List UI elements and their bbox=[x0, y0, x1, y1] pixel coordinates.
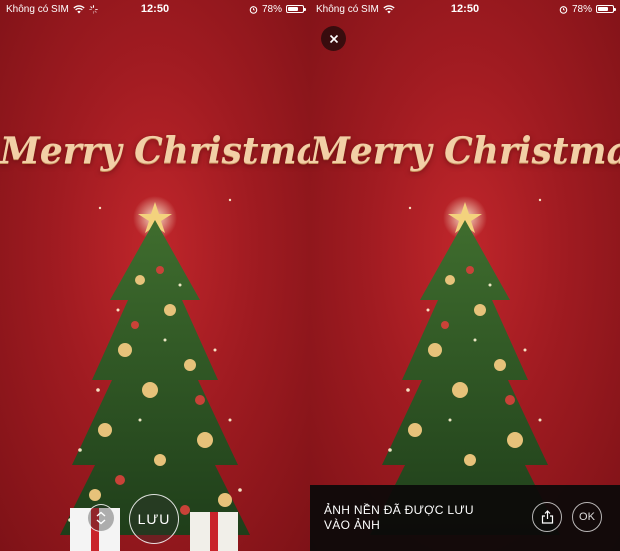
share-button[interactable] bbox=[532, 502, 562, 532]
battery-percent: 78% bbox=[261, 3, 282, 15]
carrier-label: Không có SIM bbox=[6, 3, 69, 15]
carrier-label: Không có SIM bbox=[316, 3, 379, 15]
comparison-screens: Không có SIM 12:50 78% Merry Christm LƯU… bbox=[0, 0, 620, 551]
status-right: 78% bbox=[249, 3, 306, 15]
motion-toggle-button[interactable] bbox=[87, 504, 115, 532]
share-icon bbox=[541, 510, 553, 524]
close-button[interactable] bbox=[321, 26, 346, 51]
status-right: 78% bbox=[559, 3, 616, 15]
status-bar: Không có SIM 12:50 78% bbox=[0, 0, 310, 18]
toast-message: ẢNH NỀN ĐÃ ĐƯỢC LƯU VÀO ẢNH bbox=[324, 503, 484, 533]
toast-line-1: ẢNH NỀN ĐÃ ĐƯỢC LƯU bbox=[324, 503, 474, 517]
wifi-icon bbox=[73, 4, 85, 13]
greeting-text: Merry Christmas ! bbox=[310, 130, 620, 172]
status-left: Không có SIM bbox=[6, 4, 98, 15]
battery-fill bbox=[288, 7, 299, 11]
saved-toast: ẢNH NỀN ĐÃ ĐƯỢC LƯU VÀO ẢNH OK bbox=[310, 485, 620, 551]
wallpaper-preview-screen: Không có SIM 12:50 78% Merry Christm LƯU bbox=[0, 0, 310, 551]
status-left: Không có SIM bbox=[316, 4, 395, 15]
chevron-up-down-icon bbox=[96, 511, 106, 525]
toast-line-2: VÀO ẢNH bbox=[324, 518, 381, 532]
save-button[interactable]: LƯU bbox=[129, 494, 179, 544]
wifi-icon bbox=[383, 4, 395, 13]
battery-fill bbox=[598, 7, 609, 11]
status-time: 12:50 bbox=[450, 3, 480, 15]
battery-percent: 78% bbox=[571, 3, 592, 15]
battery-icon bbox=[286, 5, 306, 13]
status-time: 12:50 bbox=[140, 3, 170, 15]
wallpaper-saved-screen: Không có SIM 12:50 78% Merry Christm ẢNH… bbox=[310, 0, 620, 551]
ok-button[interactable]: OK bbox=[572, 502, 602, 532]
greeting-text: Merry Christmas ! bbox=[0, 130, 310, 172]
battery-icon bbox=[596, 5, 616, 13]
close-icon bbox=[329, 34, 338, 43]
alarm-icon bbox=[249, 5, 258, 14]
status-bar: Không có SIM 12:50 78% bbox=[310, 0, 620, 18]
loading-icon bbox=[88, 4, 98, 14]
alarm-icon bbox=[559, 5, 568, 14]
